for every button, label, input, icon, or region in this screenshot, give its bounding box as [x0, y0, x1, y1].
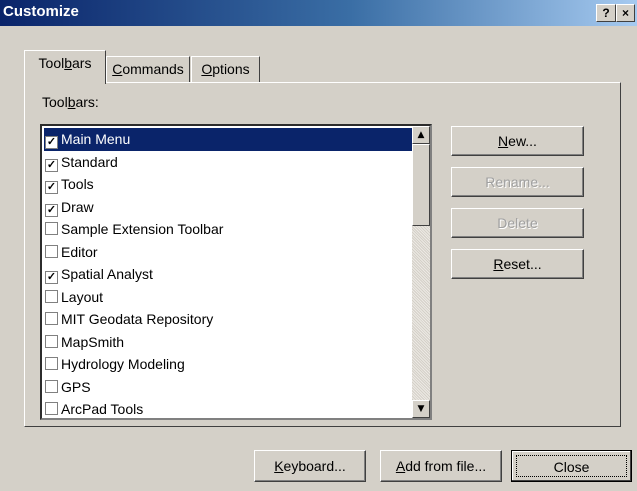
- toolbar-list-item-label: Standard: [61, 153, 118, 170]
- toolbar-list-item[interactable]: ✓ Draw: [44, 196, 412, 219]
- tab-options-accel: O: [201, 61, 213, 77]
- toolbar-list-item-label: Tools: [61, 176, 94, 192]
- toolbar-list-item-label: Draw: [61, 198, 94, 215]
- toolbar-list-item-label: Layout: [61, 288, 104, 305]
- title-bar: Customize ? ×: [0, 0, 637, 26]
- new-button-label: ew...: [508, 133, 537, 149]
- tab-toolbars[interactable]: Toolbars: [24, 50, 106, 84]
- toolbar-list-item-label: MIT Geodata Repository: [61, 311, 214, 327]
- tab-commands-accel: C: [112, 61, 123, 77]
- tab-toolbars-label-rest: ars: [72, 55, 92, 71]
- checkbox-unchecked-icon[interactable]: [45, 357, 58, 370]
- checkbox-unchecked-icon[interactable]: [45, 244, 58, 258]
- toolbar-list-item-label: Spatial Analyst: [61, 266, 153, 282]
- toolbars-label-text: Tool: [42, 94, 68, 110]
- window-title: Customize: [3, 3, 79, 20]
- delete-button[interactable]: Delete: [451, 208, 584, 238]
- toolbar-list-item[interactable]: MapSmith: [44, 331, 412, 354]
- checkbox-checked-icon[interactable]: ✓: [45, 271, 58, 284]
- keyboard-button-label: eyboard...: [283, 458, 346, 474]
- tab-options-label-rest: ptions: [212, 61, 250, 77]
- toolbars-label: Toolbars:: [42, 94, 99, 110]
- checkbox-unchecked-icon[interactable]: [45, 289, 58, 303]
- toolbar-list-item[interactable]: MIT Geodata Repository: [44, 308, 412, 331]
- tab-commands[interactable]: Commands: [106, 56, 190, 83]
- scroll-up-arrow-icon[interactable]: ▲: [412, 126, 430, 144]
- checkbox-checked-icon[interactable]: ✓: [45, 203, 58, 217]
- toolbar-list-item[interactable]: ✓ Standard: [44, 151, 412, 174]
- toolbar-list-item[interactable]: ✓ Spatial Analyst: [44, 263, 412, 286]
- toolbar-list-item-label: GPS: [61, 378, 91, 395]
- reset-button-label: eset...: [503, 256, 542, 272]
- new-button[interactable]: New...: [451, 126, 584, 156]
- vertical-scrollbar[interactable]: ▲ ▼: [412, 126, 430, 418]
- checkbox-checked-icon[interactable]: ✓: [45, 136, 58, 149]
- toolbar-list-item[interactable]: Editor: [44, 241, 412, 264]
- help-button[interactable]: ?: [596, 4, 616, 22]
- rename-button[interactable]: Rename...: [451, 167, 584, 197]
- add-from-file-button[interactable]: Add from file...: [380, 450, 502, 482]
- toolbar-list-item-label: Editor: [61, 243, 98, 260]
- checkbox-unchecked-icon[interactable]: [45, 334, 58, 348]
- close-button-label: Close: [516, 455, 627, 477]
- checkbox-unchecked-icon[interactable]: [45, 222, 58, 235]
- checkbox-unchecked-icon[interactable]: [45, 402, 58, 415]
- toolbar-list-item[interactable]: ArcPad Tools: [44, 398, 412, 418]
- close-button[interactable]: Close: [511, 450, 632, 482]
- keyboard-button[interactable]: Keyboard...: [254, 450, 366, 482]
- tab-toolbars-label: Tool: [38, 55, 65, 71]
- reset-button[interactable]: Reset...: [451, 249, 584, 279]
- keyboard-button-accel: K: [274, 458, 284, 474]
- reset-button-accel: R: [493, 256, 504, 272]
- scroll-thumb[interactable]: [412, 144, 430, 226]
- tab-options[interactable]: Options: [191, 56, 260, 83]
- toolbar-list-item[interactable]: GPS: [44, 376, 412, 399]
- toolbar-list-item-label: ArcPad Tools: [61, 401, 144, 417]
- toolbars-list-items: ✓ Main Menu ✓ Standard ✓ Tools ✓ Draw Sample Ext…: [44, 128, 412, 418]
- scroll-down-arrow-icon[interactable]: ▼: [412, 400, 430, 418]
- checkbox-unchecked-icon[interactable]: [45, 312, 58, 325]
- add-from-file-button-label: dd from file...: [405, 458, 487, 474]
- toolbar-list-item[interactable]: ✓ Main Menu: [44, 128, 412, 151]
- toolbar-list-item[interactable]: Sample Extension Toolbar: [44, 218, 412, 241]
- toolbar-list-item[interactable]: ✓ Tools: [44, 173, 412, 196]
- tab-commands-label-rest: ommands: [122, 61, 184, 77]
- close-window-button[interactable]: ×: [616, 4, 635, 22]
- toolbar-list-item-label: MapSmith: [61, 333, 125, 350]
- checkbox-checked-icon[interactable]: ✓: [45, 158, 58, 172]
- toolbar-list-item[interactable]: Layout: [44, 286, 412, 309]
- toolbars-label-text-rest: ars:: [75, 94, 99, 110]
- checkbox-checked-icon[interactable]: ✓: [45, 181, 58, 194]
- add-from-file-button-accel: A: [395, 458, 406, 474]
- toolbars-list[interactable]: ✓ Main Menu ✓ Standard ✓ Tools ✓ Draw Sample Ext…: [40, 124, 432, 420]
- new-button-accel: N: [498, 133, 509, 149]
- toolbar-list-item-label: Main Menu: [61, 131, 131, 147]
- tab-toolbars-accel: b: [64, 55, 73, 71]
- toolbar-list-item-label: Hydrology Modeling: [61, 356, 185, 372]
- toolbar-list-item-label: Sample Extension Toolbar: [61, 221, 224, 237]
- checkbox-unchecked-icon[interactable]: [45, 379, 58, 393]
- toolbar-list-item[interactable]: Hydrology Modeling: [44, 353, 412, 376]
